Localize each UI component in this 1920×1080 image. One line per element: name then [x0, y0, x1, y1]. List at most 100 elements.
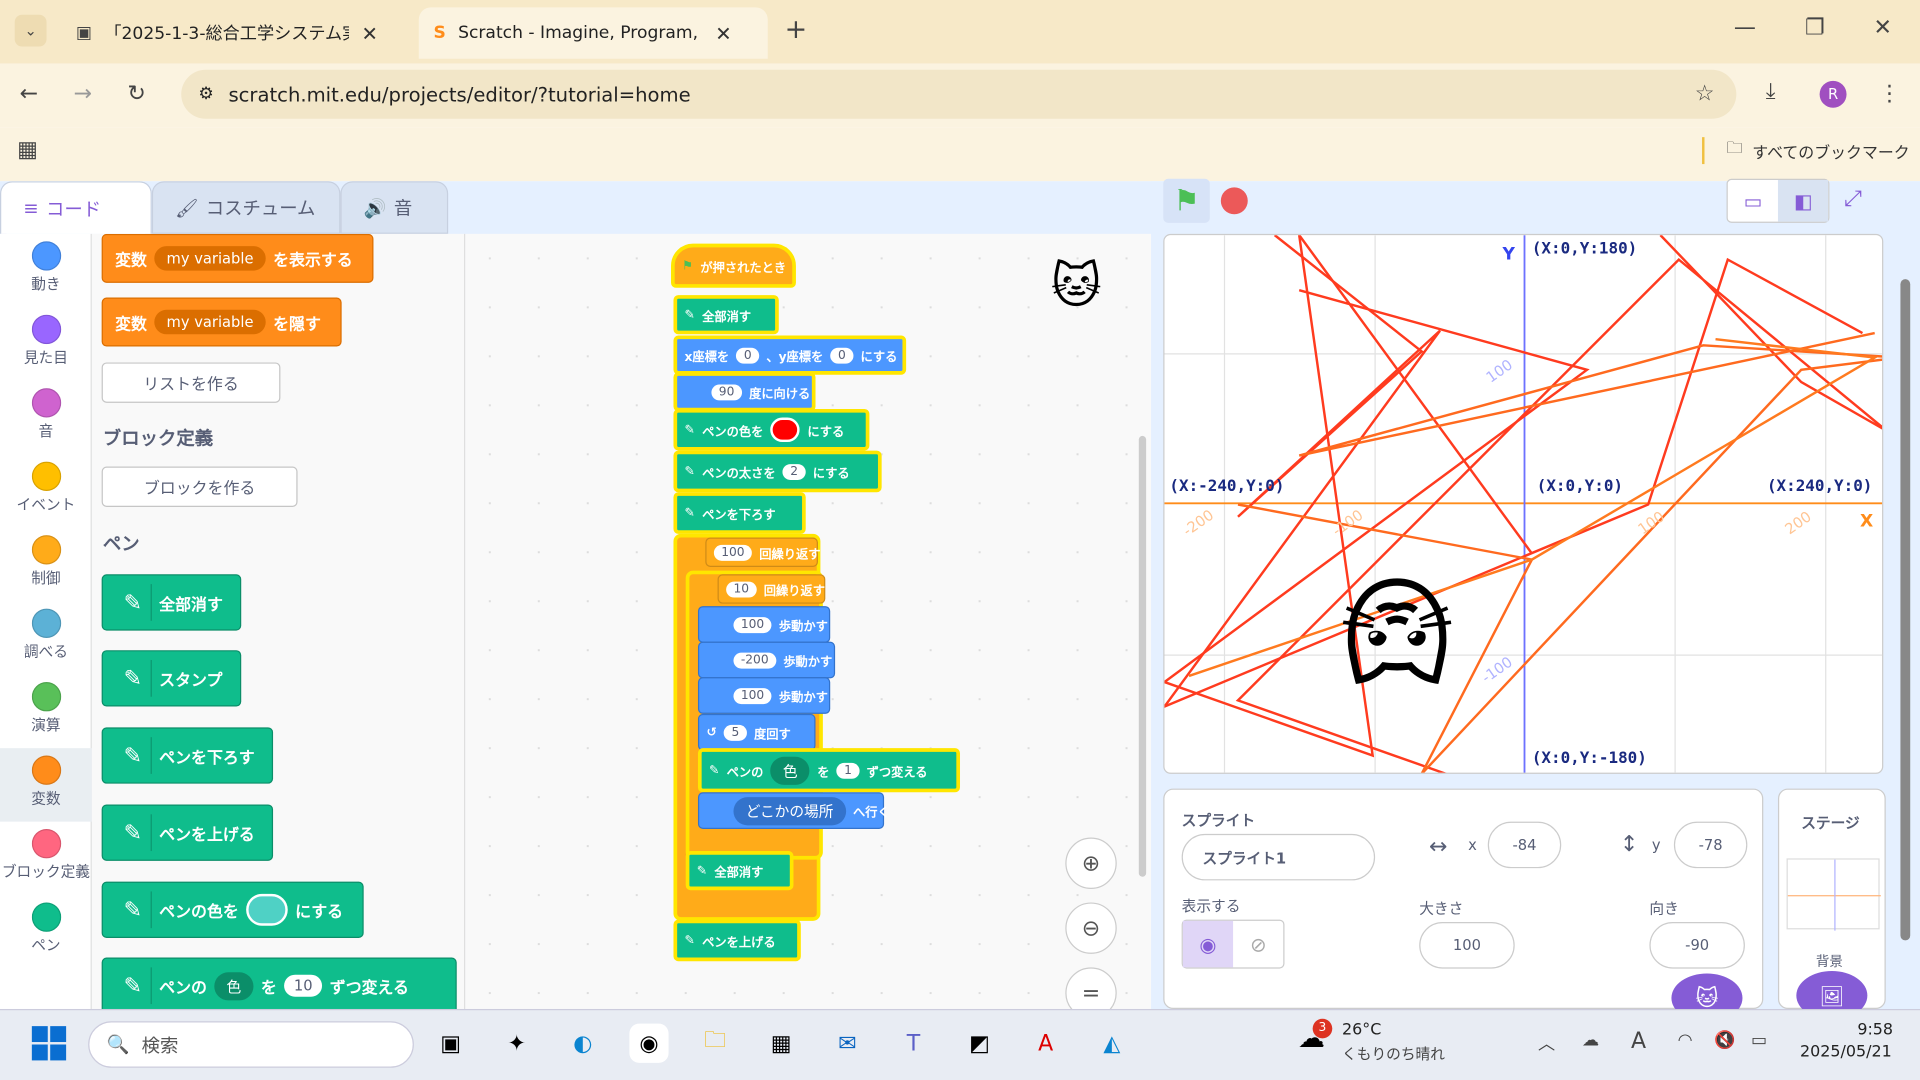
target-dropdown[interactable]: どこかの場所 — [733, 796, 846, 825]
restore-icon[interactable]: ❐ — [1805, 15, 1825, 41]
x-input[interactable]: -84 — [1487, 821, 1562, 869]
goto-random-block[interactable]: どこかの場所 へ行く — [697, 792, 890, 829]
clear-block[interactable]: ✎ 全部消す — [685, 851, 794, 891]
category-item[interactable]: イベント — [0, 454, 92, 527]
zoom-out-button[interactable]: ⊖ — [1065, 902, 1117, 954]
set-pen-color-block[interactable]: ✎ ペンの色を にする — [101, 881, 364, 938]
make-list-button[interactable]: リストを作る — [101, 362, 281, 403]
green-flag-icon[interactable]: ⚑ — [1163, 178, 1210, 223]
small-stage-icon[interactable]: ▭ — [1728, 180, 1778, 222]
category-item[interactable]: 見た目 — [0, 307, 92, 380]
copilot-icon[interactable]: ✦ — [497, 1024, 536, 1063]
pen-clear-block[interactable]: ✎ 全部消す — [101, 574, 242, 631]
steps-input[interactable]: -200 — [733, 652, 776, 668]
repeat-count-input[interactable]: 100 — [713, 544, 752, 561]
browser-tab-1[interactable]: ▣ 「2025-1-3-総合工学システム実験 ✕ — [61, 7, 410, 58]
file-explorer-icon[interactable]: 🗀 — [696, 1024, 735, 1063]
move-steps-block[interactable]: 100 歩動かす — [697, 606, 831, 643]
chrome-icon[interactable]: ◉ — [629, 1023, 669, 1063]
workspace-scrollbar[interactable] — [1138, 435, 1147, 877]
browser-tab-2-active[interactable]: S Scratch - Imagine, Program, Sha ✕ — [418, 7, 768, 59]
battery-icon[interactable]: ▭ — [1751, 1031, 1767, 1051]
photos-icon[interactable]: ◭ — [1092, 1024, 1131, 1063]
param-dropdown[interactable]: 色 — [770, 756, 810, 785]
zoom-in-button[interactable]: ⊕ — [1065, 837, 1117, 889]
tab-costumes[interactable]: 🖌 コスチューム — [151, 181, 341, 234]
outlook-icon[interactable]: ✉ — [828, 1024, 867, 1063]
move-steps-block[interactable]: 100 歩動かす — [697, 677, 831, 714]
menu-kebab-icon[interactable]: ⋮ — [1878, 81, 1900, 107]
set-pen-color-block[interactable]: ✎ ペンの色を にする — [673, 408, 870, 451]
fullscreen-icon[interactable]: ⤢ — [1844, 186, 1862, 212]
edge-icon[interactable]: ◐ — [563, 1024, 602, 1063]
tray-chevron-icon[interactable]: ︿ — [1538, 1031, 1555, 1055]
category-item[interactable]: 変数 — [0, 748, 92, 822]
pen-up-block[interactable]: ✎ ペンを上げる — [673, 919, 801, 962]
pen-up-block[interactable]: ✎ ペンを上げる — [101, 804, 274, 861]
start-icon[interactable] — [31, 1026, 67, 1061]
hide-eye-icon[interactable]: ⊘ — [1233, 921, 1283, 968]
category-item[interactable]: 音 — [0, 381, 92, 454]
hide-variable-block[interactable]: 変数 my variable を隠す — [101, 297, 342, 347]
clock-time[interactable]: 9:58 — [1844, 1021, 1893, 1039]
pen-down-block[interactable]: ✎ ペンを下ろす — [673, 492, 806, 534]
ime-icon[interactable]: A — [1631, 1029, 1646, 1055]
clear-block[interactable]: ✎ 全部消す — [673, 295, 779, 335]
site-info-icon[interactable]: ⚙ — [198, 84, 213, 104]
y-input[interactable]: 0 — [830, 347, 854, 364]
variable-dropdown[interactable]: my variable — [154, 309, 266, 335]
pen-down-block[interactable]: ✎ ペンを下ろす — [101, 727, 274, 784]
size-input[interactable]: 2 — [782, 463, 806, 480]
x-input[interactable]: 0 — [736, 347, 759, 364]
change-pen-color-block[interactable]: ✎ ペンの色を 1 ずつ変える — [697, 748, 961, 793]
reload-icon[interactable]: ↻ — [127, 81, 145, 107]
apps-grid-icon[interactable]: ▦ — [17, 137, 38, 163]
param-dropdown[interactable]: 色 — [214, 971, 254, 1000]
script-workspace[interactable]: 🐱 ⚑ が押されたとき ✎ 全部消す x座標を 0 、y座標を 0 にする 90 度に向ける … — [465, 233, 1152, 1009]
category-item[interactable]: 演算 — [0, 675, 92, 748]
turn-degrees-block[interactable]: ↺ 5 度回す — [697, 713, 816, 751]
move-steps-block[interactable]: -200 歩動かす — [697, 641, 836, 679]
bookmark-star-icon[interactable]: ☆ — [1695, 81, 1715, 107]
show-variable-block[interactable]: 変数 my variable を表示する — [101, 233, 374, 283]
size-input[interactable]: 100 — [1419, 922, 1515, 969]
steps-input[interactable]: 100 — [733, 616, 772, 633]
normal-stage-icon[interactable]: ◧ — [1777, 180, 1829, 222]
close-tab-icon[interactable]: ✕ — [715, 21, 731, 44]
url-bar[interactable]: ⚙ scratch.mit.edu/projects/editor/?tutor… — [181, 69, 1737, 119]
minimize-icon[interactable]: — — [1734, 15, 1756, 41]
repeat-count-input[interactable]: 10 — [726, 581, 757, 597]
tab-search-button[interactable]: ⌄ — [14, 14, 47, 47]
stage-thumbnail[interactable] — [1786, 858, 1881, 931]
forward-icon[interactable]: → — [73, 81, 91, 107]
steps-input[interactable]: 100 — [733, 687, 772, 704]
category-item[interactable]: 動き — [0, 234, 92, 307]
color-swatch[interactable] — [246, 893, 288, 926]
profile-avatar[interactable]: R — [1819, 80, 1847, 108]
tab-sounds[interactable]: 🔊 音 — [340, 181, 449, 234]
wifi-icon[interactable]: ◠ — [1678, 1031, 1693, 1051]
value-input[interactable]: 1 — [836, 762, 860, 779]
stop-icon[interactable] — [1220, 187, 1248, 215]
show-eye-icon[interactable]: ◉ — [1182, 920, 1234, 968]
page-scrollbar[interactable] — [1900, 279, 1911, 941]
notes-app-icon[interactable]: ◩ — [960, 1024, 999, 1063]
teams-icon[interactable]: T — [894, 1024, 933, 1063]
goto-xy-block[interactable]: x座標を 0 、y座標を 0 にする — [673, 335, 907, 375]
back-icon[interactable]: ← — [20, 81, 38, 107]
pen-stamp-block[interactable]: ✎ スタンプ — [101, 650, 242, 707]
taskbar-search[interactable]: 🔍 検索 — [88, 1021, 414, 1068]
change-pen-param-block[interactable]: ✎ ペンの色を 10 ずつ変える — [101, 957, 457, 1009]
when-flag-clicked-block[interactable]: ⚑ が押されたとき — [671, 243, 796, 288]
zoom-reset-button[interactable]: = — [1065, 967, 1117, 1009]
new-tab-icon[interactable]: + — [781, 15, 810, 46]
category-item[interactable]: ペン — [0, 895, 92, 968]
volume-icon[interactable]: 🔇 — [1714, 1031, 1735, 1051]
make-block-button[interactable]: ブロックを作る — [101, 466, 298, 507]
task-view-icon[interactable]: ▣ — [431, 1024, 470, 1063]
close-window-icon[interactable]: ✕ — [1873, 15, 1891, 41]
close-tab-icon[interactable]: ✕ — [362, 21, 378, 44]
degrees-input[interactable]: 5 — [724, 724, 747, 741]
all-bookmarks-button[interactable]: 🗀 すべてのブックマーク — [1727, 137, 1910, 164]
stage-selector-panel[interactable]: ステージ 背景 🖼 — [1777, 788, 1886, 1021]
